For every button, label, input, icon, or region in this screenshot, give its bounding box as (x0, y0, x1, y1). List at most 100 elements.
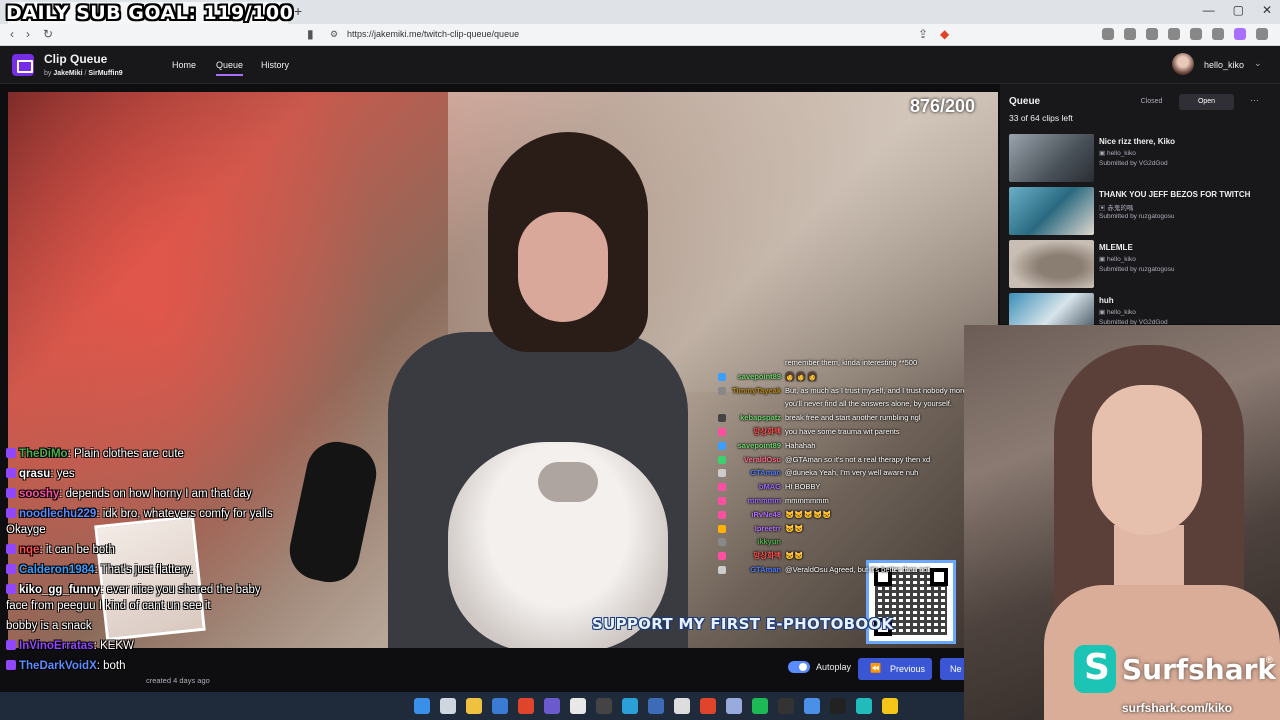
brave-icon[interactable] (518, 698, 534, 714)
clip-channel: ▣ hello_kiko (1099, 309, 1136, 316)
discord-icon[interactable] (544, 698, 560, 714)
menu-icon[interactable] (1256, 28, 1268, 40)
queue-open-button[interactable]: Open (1179, 94, 1234, 110)
rewind-icon: ⏪ (870, 663, 882, 673)
extension-icon[interactable] (1124, 28, 1136, 40)
extension-icon[interactable] (1190, 28, 1202, 40)
pen-icon[interactable] (492, 698, 508, 714)
app-icon[interactable] (882, 698, 898, 714)
bookmark-icon[interactable]: ▮ (307, 27, 314, 41)
clip-thumbnail (1009, 187, 1094, 235)
nav-home[interactable]: Home (172, 60, 196, 70)
chat-line: 망상화백 🐱🐱 (718, 549, 976, 563)
queue-count: 33 of 64 clips left (1009, 113, 1073, 123)
surfshark-logo-icon (1074, 645, 1116, 693)
close-window-icon[interactable]: ✕ (1262, 3, 1272, 17)
chat-username: iRvNe48 (751, 509, 781, 519)
avatar[interactable] (1172, 53, 1194, 75)
forward-icon[interactable]: › (26, 27, 30, 41)
sponsor-name: Surfshark (1122, 653, 1277, 686)
brave-shield-icon[interactable]: ◆ (940, 27, 949, 41)
chat-line: 망상화백 you have some trauma wit parents (718, 425, 976, 439)
chat-username: TheDiMo (19, 448, 68, 460)
clip-title: MLEMLE (1099, 243, 1133, 252)
author-link[interactable]: JakeMiki (53, 70, 82, 77)
twitch-badge-icon (6, 584, 16, 594)
app-icon[interactable] (726, 698, 742, 714)
cat-face (538, 462, 598, 502)
edge-icon[interactable] (622, 698, 638, 714)
extension-icon[interactable] (1168, 28, 1180, 40)
task-view-icon[interactable] (440, 698, 456, 714)
reload-icon[interactable]: ↻ (43, 27, 53, 41)
chat-line: Ipreetrr 😺😺 (718, 522, 976, 536)
chrome-icon[interactable] (570, 698, 586, 714)
back-icon[interactable]: ‹ (10, 27, 14, 41)
queue-item[interactable]: THANK YOU JEFF BEZOS FOR TWITCH ▣ 赤鬼的嗎 S… (1009, 187, 1271, 235)
file-explorer-icon[interactable] (466, 698, 482, 714)
chat-message: Plain clothes are cute (73, 448, 184, 460)
chat-line: savepoint89 Hahahah (718, 439, 976, 453)
nav-history[interactable]: History (261, 60, 289, 70)
clip-meta: created 4 days ago (146, 676, 210, 685)
chat-badge-icon (718, 414, 726, 423)
chat-username: ikkyun (757, 537, 781, 547)
support-banner: SUPPORT MY FIRST E-PHOTOBOOK (592, 615, 894, 633)
author-link[interactable]: SirMuffin9 (88, 70, 122, 77)
nav-queue[interactable]: Queue (216, 60, 244, 76)
chat-username: sooshy (19, 488, 60, 500)
chat-line: VeraldOsu @GTAman so it's not a real ther… (718, 453, 976, 467)
stream-chat-overlay: remember them, kinda interesting **500 sa… (718, 356, 976, 577)
sponsor-registered: ® (1266, 655, 1273, 665)
daily-sub-goal-overlay: DAILY SUB GOAL: 119/100 (6, 2, 294, 24)
app-icon[interactable] (700, 698, 716, 714)
autoplay-toggle[interactable] (788, 661, 810, 673)
terminal-icon[interactable] (830, 698, 846, 714)
chat-badge-icon (718, 441, 726, 450)
new-tab-icon[interactable]: + (294, 3, 302, 19)
spotify-icon[interactable] (752, 698, 768, 714)
extension-icon[interactable] (1234, 28, 1246, 40)
app-logo-icon[interactable] (12, 54, 34, 76)
obs-icon[interactable] (596, 698, 612, 714)
app-icon[interactable] (804, 698, 820, 714)
app-icon[interactable] (778, 698, 794, 714)
chat-username: kebapspatz (740, 413, 781, 423)
extension-icons (1102, 28, 1268, 40)
site-info-icon[interactable]: ⚙ (330, 29, 338, 40)
app-icon[interactable] (856, 698, 872, 714)
url-field[interactable]: https://jakemiki.me/twitch-clip-queue/qu… (347, 29, 519, 39)
app-icon[interactable] (648, 698, 664, 714)
username[interactable]: hello_kiko (1204, 60, 1244, 70)
minimize-icon[interactable]: — (1203, 3, 1215, 17)
previous-label: Previous (890, 664, 926, 674)
twitch-badge-icon (6, 640, 16, 650)
chat-username: VeraldOsu (743, 454, 781, 464)
app-icon[interactable] (674, 698, 690, 714)
chat-message: Hahahah (785, 440, 816, 450)
start-icon[interactable] (414, 698, 430, 714)
maximize-icon[interactable]: ▢ (1233, 3, 1244, 17)
clip-channel: ▣ hello_kiko (1099, 150, 1136, 157)
extension-icon[interactable] (1102, 28, 1114, 40)
previous-button[interactable]: ⏪ Previous (858, 658, 932, 680)
chat-line: savepoint89 👩 👩 👩 (718, 370, 976, 384)
more-options-icon[interactable]: ⋯ (1250, 95, 1259, 106)
chat-badge-icon (718, 496, 726, 505)
chat-badge-icon (718, 565, 726, 574)
channel-name: hello_kiko (1106, 309, 1136, 316)
chevron-down-icon[interactable]: ⌄ (1254, 58, 1262, 69)
extension-icon[interactable] (1212, 28, 1224, 40)
extension-icon[interactable] (1146, 28, 1158, 40)
queue-closed-button[interactable]: Closed (1124, 94, 1179, 110)
chat-username: nqe (19, 544, 40, 556)
chat-message: you have some trauma wit parents (785, 426, 900, 436)
queue-item[interactable]: Nice rizz there, Kiko ▣ hello_kiko Submi… (1009, 134, 1271, 182)
chat-username: kiko_gg_funny (19, 584, 101, 596)
chat-line: Calderon1984: That's just flattery. (6, 562, 276, 578)
chat-line: noodlechu229: idk bro, whatevers comfy f… (6, 506, 276, 538)
chat-message: yes (56, 468, 75, 480)
queue-item[interactable]: MLEMLE ▣ hello_kiko Submitted by ruzgato… (1009, 240, 1271, 288)
streamer-figure (388, 132, 688, 648)
share-icon[interactable]: ⇪ (918, 27, 928, 41)
